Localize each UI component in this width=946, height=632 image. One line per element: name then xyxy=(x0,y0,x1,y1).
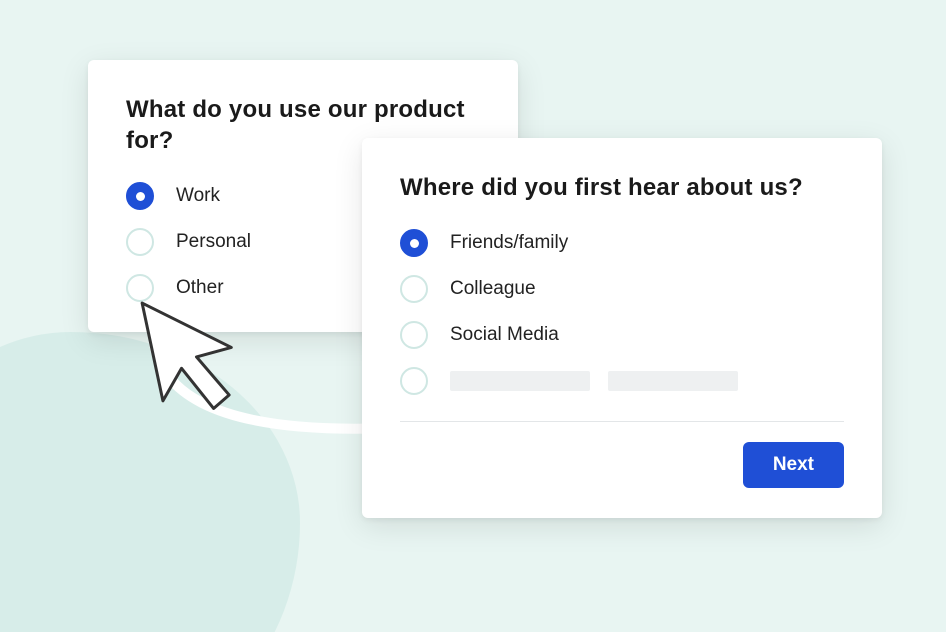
radio-unselected-icon xyxy=(400,321,428,349)
option-label: Other xyxy=(176,277,224,299)
radio-selected-icon xyxy=(126,182,154,210)
option-placeholder-bars xyxy=(450,371,738,391)
option-label: Work xyxy=(176,185,220,207)
survey-card-referral: Where did you first hear about us? Frien… xyxy=(362,138,882,518)
divider xyxy=(400,421,844,422)
background-blob xyxy=(0,332,300,632)
radio-unselected-icon xyxy=(400,275,428,303)
placeholder-bar xyxy=(608,371,738,391)
next-button[interactable]: Next xyxy=(743,442,844,488)
option-label: Colleague xyxy=(450,278,536,300)
option-friends-family[interactable]: Friends/family xyxy=(400,229,844,257)
option-label: Friends/family xyxy=(450,232,568,254)
radio-selected-icon xyxy=(400,229,428,257)
question-referral: Where did you first hear about us? xyxy=(400,172,844,203)
option-colleague[interactable]: Colleague xyxy=(400,275,844,303)
option-social-media[interactable]: Social Media xyxy=(400,321,844,349)
option-label: Personal xyxy=(176,231,251,253)
actions-row: Next xyxy=(400,442,844,488)
placeholder-bar xyxy=(450,371,590,391)
radio-unselected-icon xyxy=(400,367,428,395)
radio-unselected-icon xyxy=(126,228,154,256)
radio-unselected-icon xyxy=(126,274,154,302)
option-label: Social Media xyxy=(450,324,559,346)
option-placeholder[interactable] xyxy=(400,367,844,395)
options-referral: Friends/family Colleague Social Media xyxy=(400,229,844,395)
